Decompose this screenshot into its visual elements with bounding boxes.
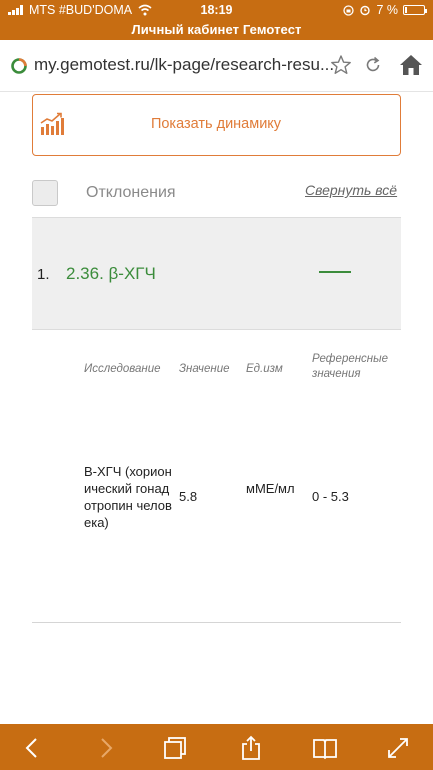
home-icon[interactable] [398,53,424,77]
item-dynamics-line [319,271,351,273]
star-icon[interactable] [330,54,352,76]
item-number: 1. [37,266,50,283]
orientation-lock-icon [343,4,355,16]
fullscreen-icon[interactable] [385,735,411,761]
battery-icon [403,5,427,15]
top-bar: MTS #BUD'DOMA 18:19 7 % Личный кабинет Г… [0,0,433,40]
cell-unit: мМЕ/мл [246,481,295,496]
browser-toolbar [0,724,433,770]
cell-reference: 0 - 5.3 [312,489,349,504]
address-bar: my.gemotest.ru/lk-page/research-resu... [0,40,433,92]
column-header-unit: Ед.изм [246,363,283,375]
tabs-icon[interactable] [162,735,188,761]
deviations-label: Отклонения [86,184,176,201]
show-dynamics-label: Показать динамику [150,116,282,132]
divider [32,622,401,623]
status-right: 7 % [343,3,427,17]
collapse-all-link[interactable]: Свернуть всё [305,182,397,198]
reload-icon[interactable] [363,55,383,75]
column-header-reference: Референсные значения [312,353,388,380]
page-title: Личный кабинет Гемотест [131,22,302,37]
cell-value: 5.8 [179,489,198,504]
bookmarks-icon[interactable] [312,735,338,761]
status-bar: MTS #BUD'DOMA 18:19 7 % [0,0,433,20]
back-icon[interactable] [20,735,46,761]
url-field[interactable]: my.gemotest.ru/lk-page/research-resu... [34,55,334,75]
column-header-value: Значение [179,363,230,375]
cell-research-name: В-ХГЧ (хорионический гонадотропин челове… [84,464,172,530]
alarm-icon [360,5,371,16]
share-icon[interactable] [238,735,264,761]
show-dynamics-button[interactable]: Показать динамику [32,94,401,156]
item-name: 2.36. β-ХГЧ [66,264,156,283]
research-item-header[interactable]: 1. 2.36. β-ХГЧ [32,217,401,330]
site-icon [11,58,27,74]
battery-percent: 7 % [376,3,398,17]
deviations-checkbox[interactable] [32,180,58,206]
forward-icon[interactable] [92,735,118,761]
column-header-research: Исследование [84,363,161,375]
